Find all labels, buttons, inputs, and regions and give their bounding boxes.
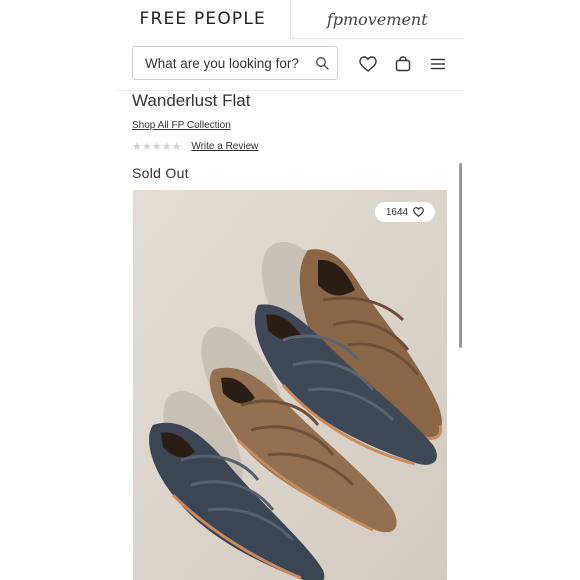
right-background (464, 0, 580, 580)
shoes-photo (133, 190, 447, 580)
product-image[interactable]: 1644 (133, 190, 447, 580)
collection-link[interactable]: Shop All FP Collection (132, 120, 231, 131)
like-count: 1644 (385, 206, 409, 218)
fp-movement-tab[interactable]: fpmovement (289, 0, 464, 39)
heart-icon[interactable] (358, 54, 378, 74)
search-box[interactable] (132, 46, 338, 80)
shopping-bag-icon[interactable] (393, 54, 413, 74)
rating-stars: ★★★★★ (132, 141, 182, 153)
brand-tabs: FREE PEOPLE fpmovement (116, 0, 464, 39)
search-icon[interactable] (315, 56, 329, 70)
like-counter[interactable]: 1644 (375, 202, 435, 222)
left-background (0, 0, 116, 580)
scrollbar[interactable] (459, 163, 462, 348)
heart-icon (413, 207, 425, 217)
free-people-tab[interactable]: FREE PEOPLE (116, 0, 290, 38)
write-review-link[interactable]: Write a Review (191, 141, 258, 152)
mobile-product-page: FREE PEOPLE fpmovement What are you look… (116, 0, 464, 580)
hamburger-menu-icon[interactable] (428, 54, 448, 74)
rating-row: ★★★★★ Write a Review (132, 140, 258, 153)
product-title: Wanderlust Flat (132, 91, 251, 110)
search-row (116, 38, 464, 91)
search-input[interactable] (145, 55, 315, 71)
stock-status: Sold Out (132, 165, 189, 181)
